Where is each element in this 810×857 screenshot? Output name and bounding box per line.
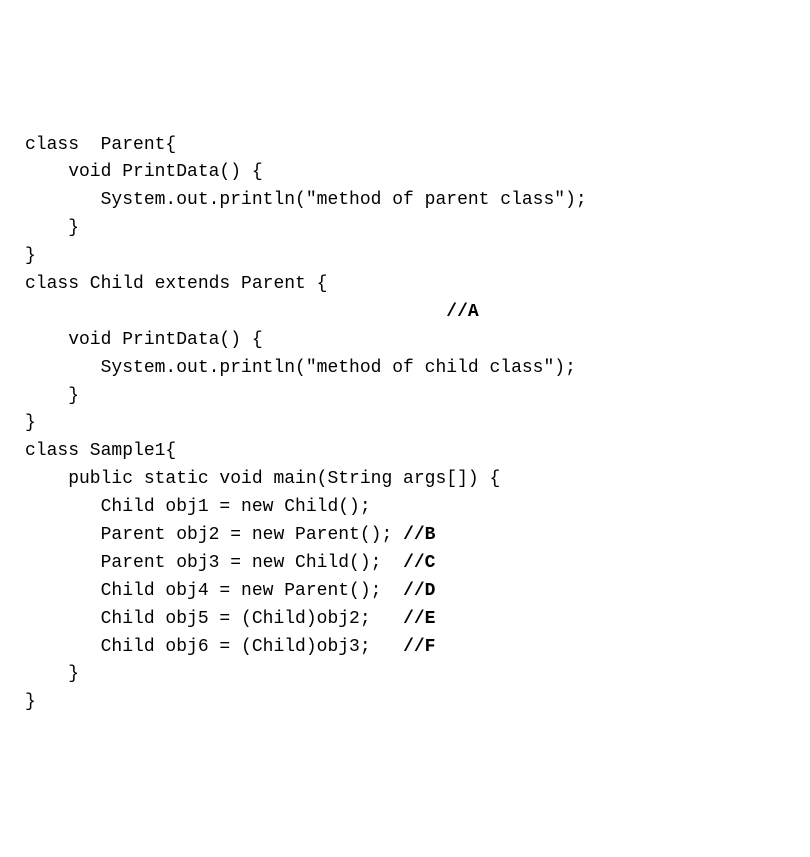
comment-marker-b: //B: [403, 525, 435, 545]
code-text: Child obj4 = new Parent();: [25, 581, 403, 601]
code-text: [25, 302, 446, 322]
comment-marker-d: //D: [403, 581, 435, 601]
code-line: //A: [25, 299, 785, 327]
code-line: }: [25, 661, 785, 689]
code-line: public static void main(String args[]) {: [25, 466, 785, 494]
code-line: class Sample1{: [25, 438, 785, 466]
code-line: Parent obj2 = new Parent(); //B: [25, 522, 785, 550]
comment-marker-e: //E: [403, 609, 435, 629]
code-block: class Parent{ void PrintData() { System.…: [25, 132, 785, 718]
code-line: void PrintData() {: [25, 327, 785, 355]
code-line: }: [25, 383, 785, 411]
code-line: Child obj5 = (Child)obj2; //E: [25, 606, 785, 634]
comment-marker-c: //C: [403, 553, 435, 573]
code-line: Parent obj3 = new Child(); //C: [25, 550, 785, 578]
code-line: Child obj6 = (Child)obj3; //F: [25, 634, 785, 662]
code-line: class Child extends Parent {: [25, 271, 785, 299]
code-line: System.out.println("method of child clas…: [25, 355, 785, 383]
code-line: class Parent{: [25, 132, 785, 160]
code-line: }: [25, 689, 785, 717]
code-line: Child obj1 = new Child();: [25, 494, 785, 522]
code-line: void PrintData() {: [25, 159, 785, 187]
code-line: }: [25, 215, 785, 243]
code-line: System.out.println("method of parent cla…: [25, 187, 785, 215]
code-line: }: [25, 410, 785, 438]
code-text: Child obj6 = (Child)obj3;: [25, 637, 403, 657]
comment-marker-a: //A: [446, 302, 478, 322]
code-text: Parent obj2 = new Parent();: [25, 525, 403, 545]
code-text: Parent obj3 = new Child();: [25, 553, 403, 573]
code-line: }: [25, 243, 785, 271]
code-line: Child obj4 = new Parent(); //D: [25, 578, 785, 606]
code-text: Child obj5 = (Child)obj2;: [25, 609, 403, 629]
comment-marker-f: //F: [403, 637, 435, 657]
